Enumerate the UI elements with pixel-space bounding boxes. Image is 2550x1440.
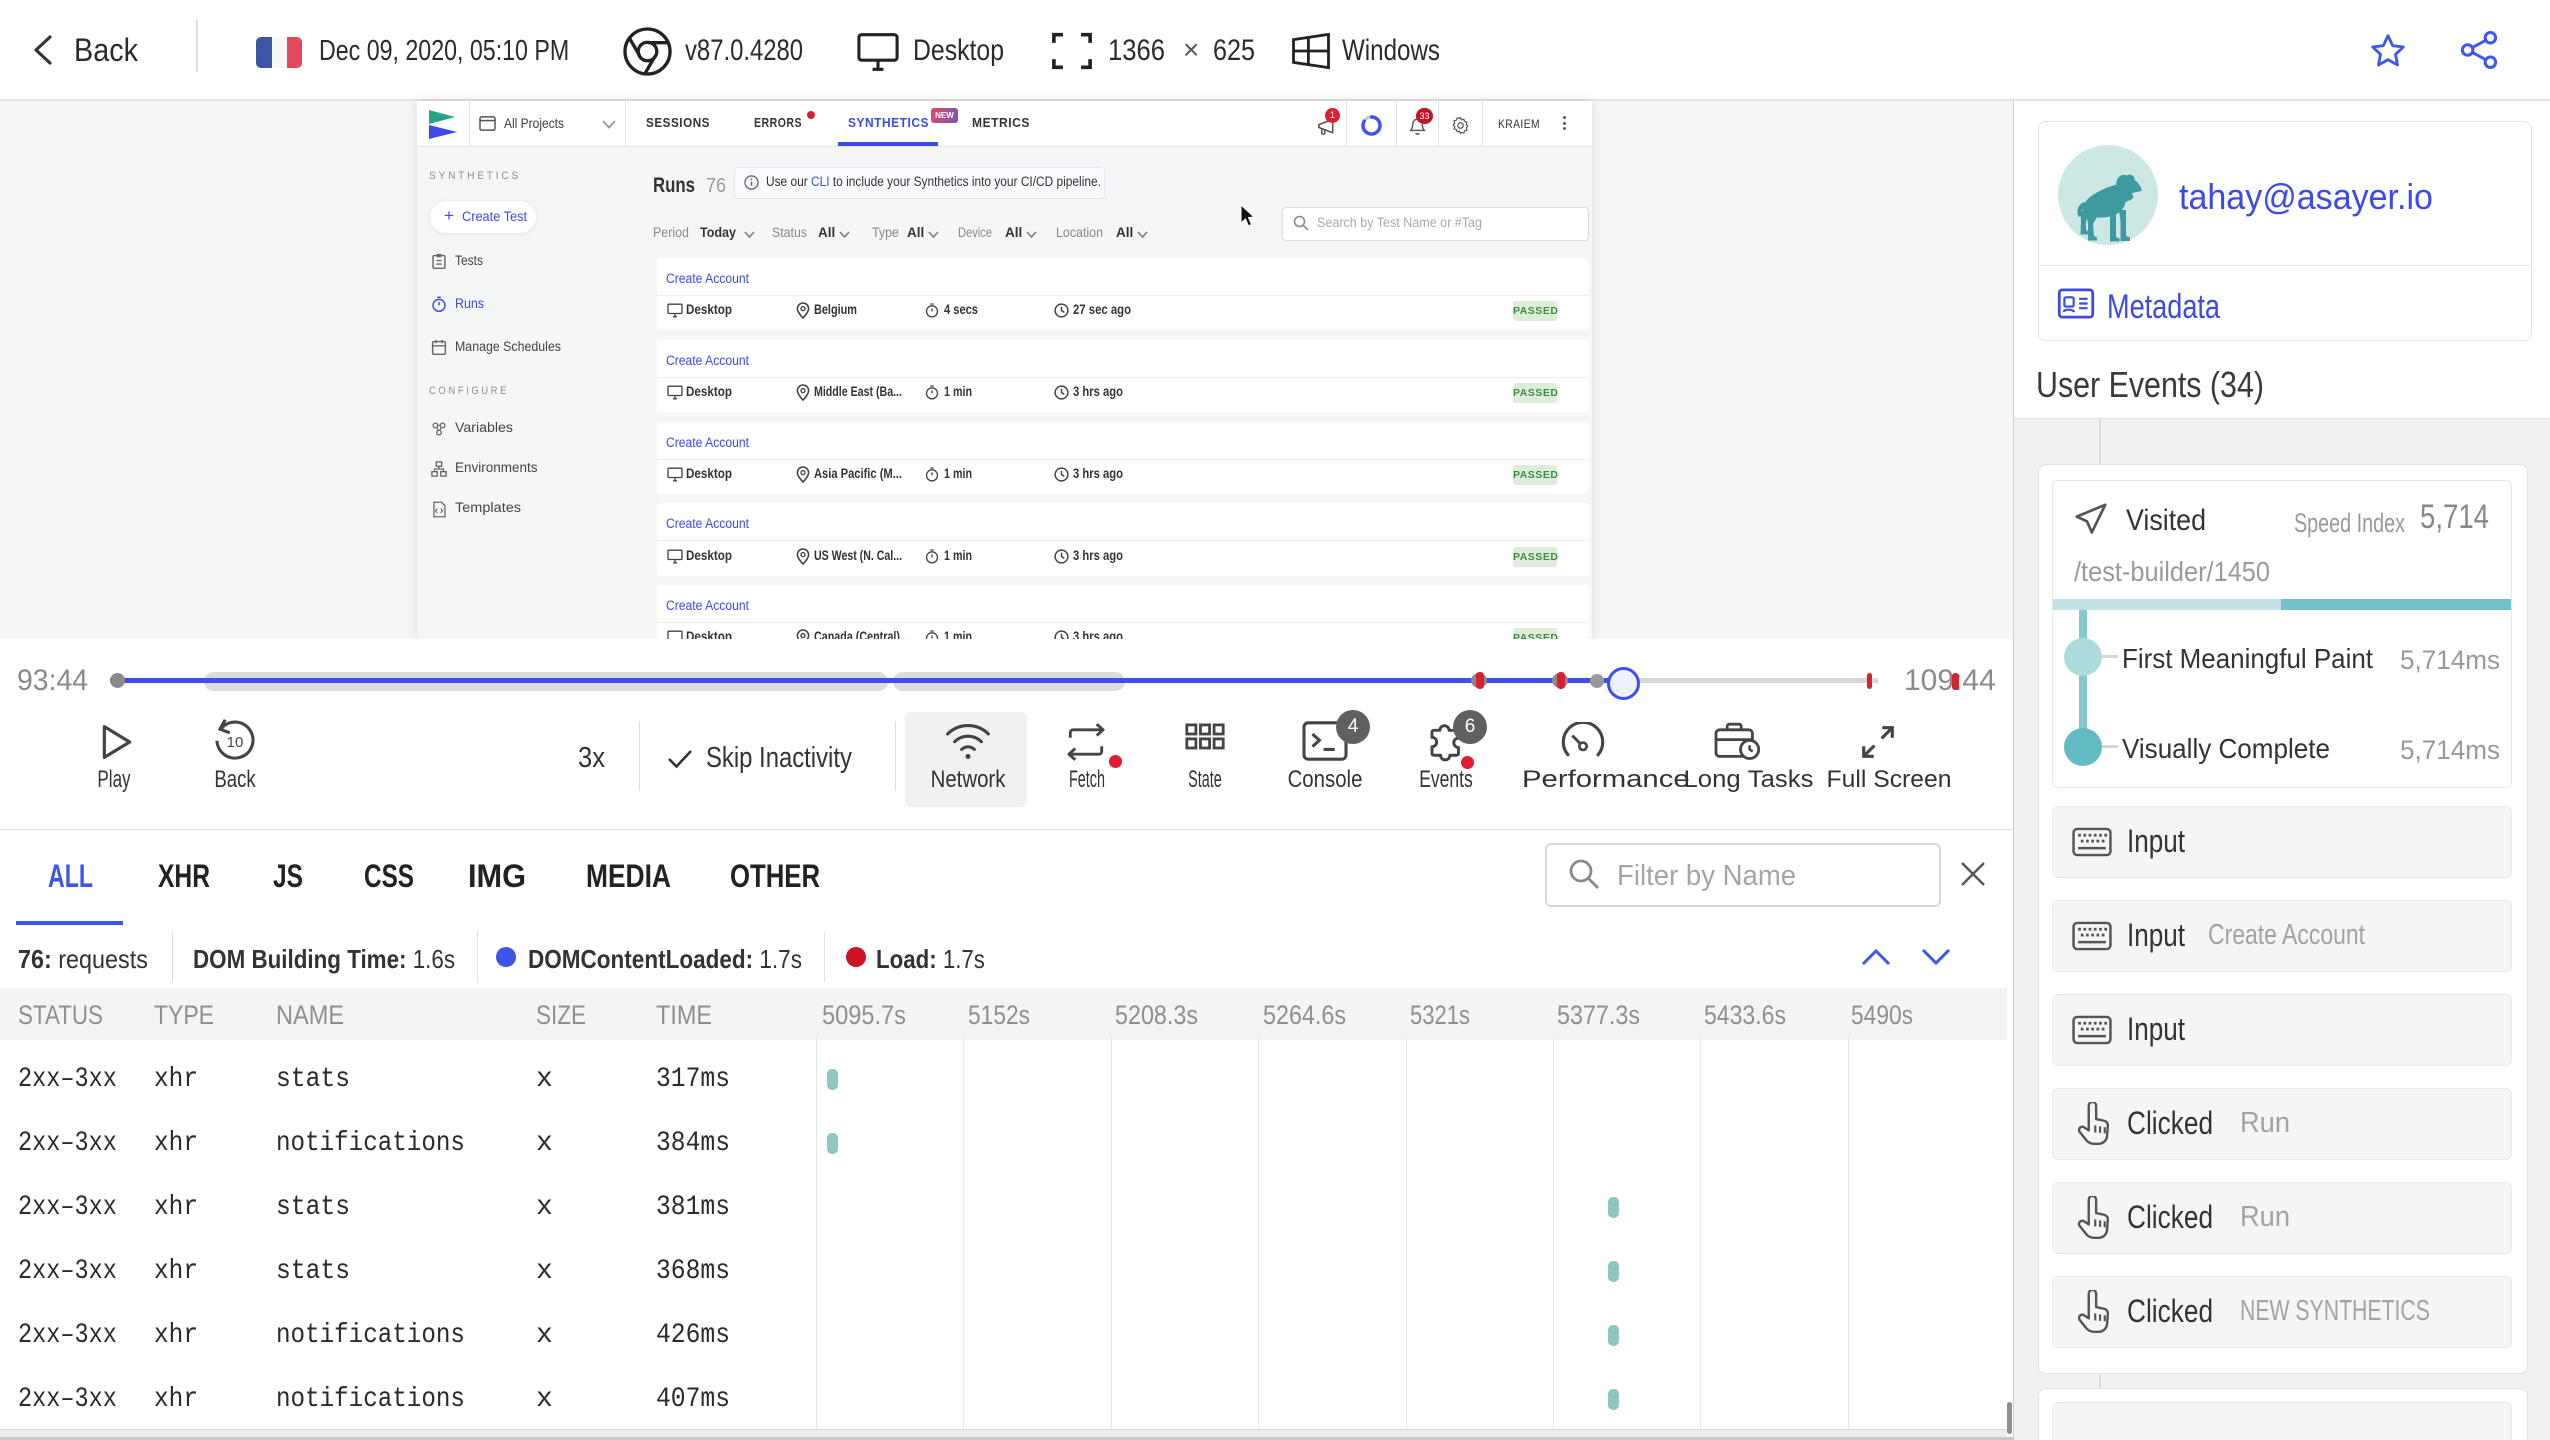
svg-text:10: 10 [227, 734, 244, 751]
